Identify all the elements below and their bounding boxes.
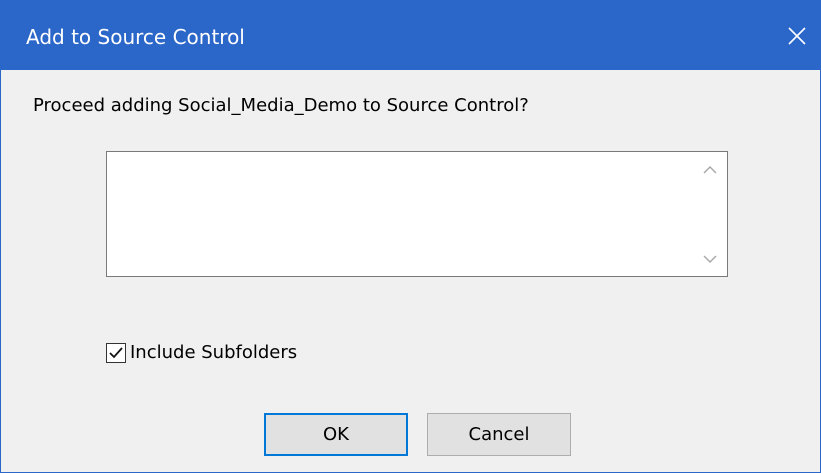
scroll-up-button[interactable] bbox=[693, 152, 727, 186]
close-button[interactable] bbox=[774, 1, 820, 70]
comment-box bbox=[106, 151, 728, 277]
ok-button[interactable]: OK bbox=[264, 413, 408, 456]
add-to-source-control-dialog: Add to Source Control Proceed adding Soc… bbox=[0, 0, 821, 473]
close-icon bbox=[788, 26, 806, 45]
include-subfolders-label[interactable]: Include Subfolders bbox=[130, 342, 297, 364]
checkmark-icon bbox=[109, 347, 123, 359]
cancel-button[interactable]: Cancel bbox=[427, 413, 571, 456]
comment-textarea[interactable] bbox=[107, 152, 693, 276]
confirmation-prompt: Proceed adding Social_Media_Demo to Sour… bbox=[33, 95, 529, 116]
include-subfolders-option[interactable]: Include Subfolders bbox=[106, 341, 297, 365]
chevron-up-icon bbox=[703, 165, 717, 173]
title-bar[interactable]: Add to Source Control bbox=[1, 1, 820, 70]
vertical-scrollbar[interactable] bbox=[693, 152, 727, 276]
window-title: Add to Source Control bbox=[26, 25, 245, 49]
scroll-down-button[interactable] bbox=[693, 242, 727, 276]
chevron-down-icon bbox=[703, 255, 717, 263]
include-subfolders-checkbox[interactable] bbox=[106, 343, 126, 363]
